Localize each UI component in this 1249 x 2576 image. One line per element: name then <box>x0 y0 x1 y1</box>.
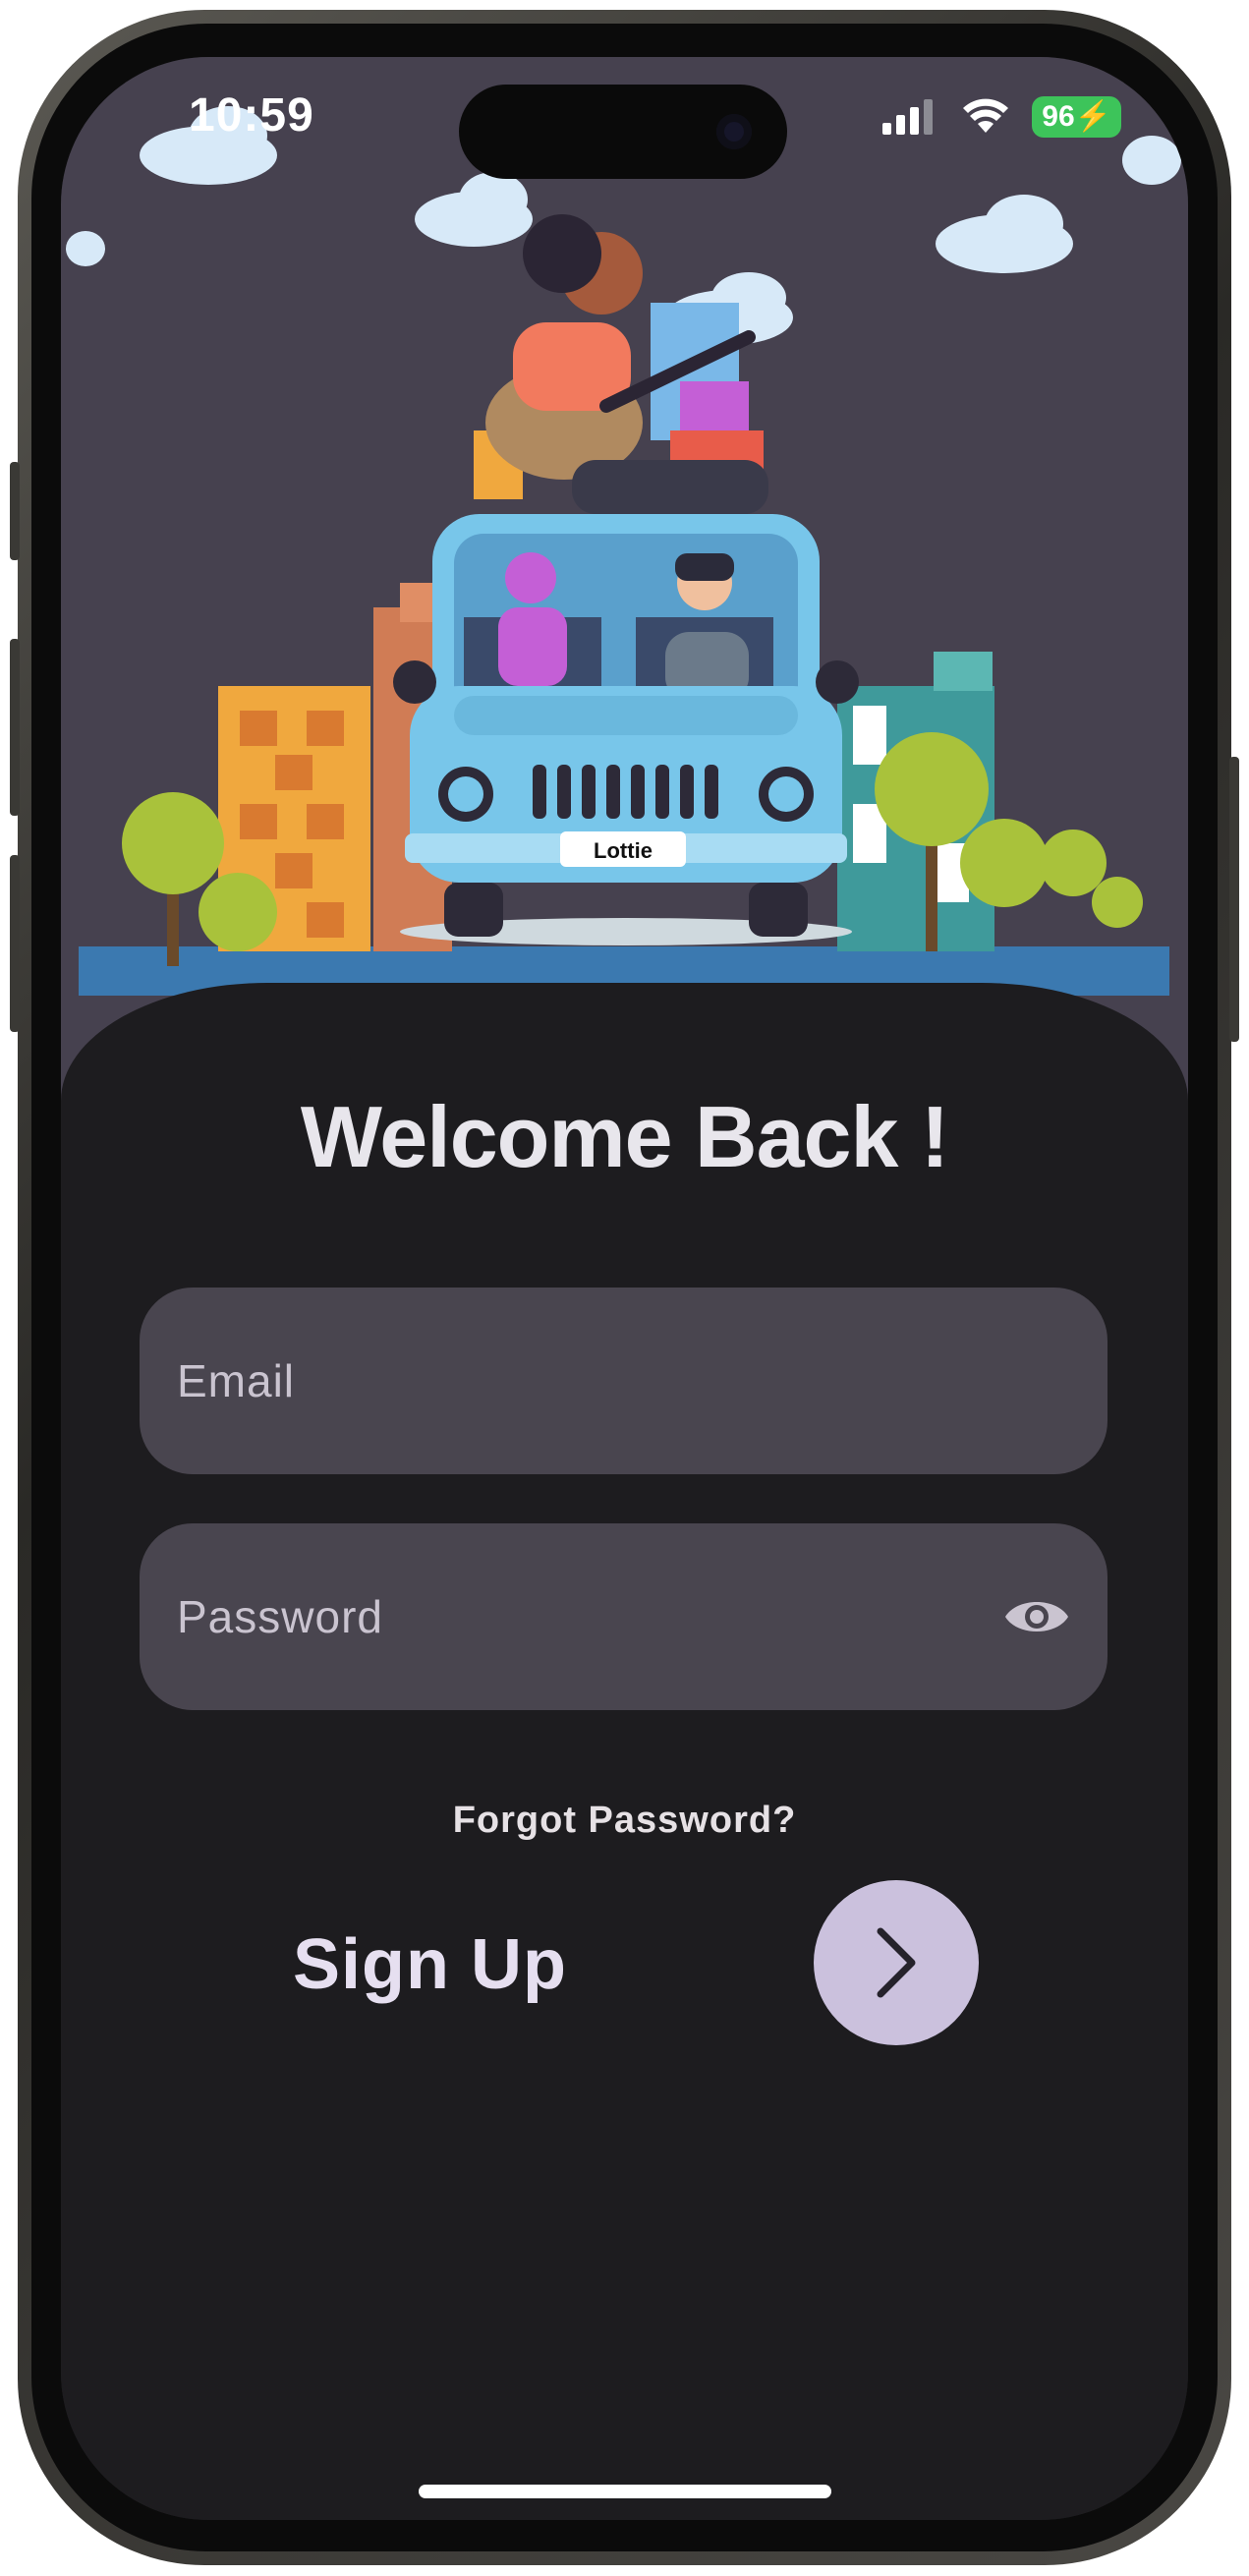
status-time: 10:59 <box>189 89 314 142</box>
cellular-signal-icon <box>882 99 934 135</box>
app-screen: Lottie 10:59 96⚡ Welcome Back ! Email Pa… <box>61 57 1188 2520</box>
password-placeholder: Password <box>177 1591 383 1642</box>
submit-button[interactable] <box>814 1880 979 2045</box>
home-indicator[interactable] <box>419 2485 831 2498</box>
license-plate-text: Lottie <box>594 838 653 863</box>
volume-up-button <box>10 639 20 816</box>
email-placeholder: Email <box>177 1355 296 1406</box>
password-field[interactable]: Password <box>140 1523 1107 1710</box>
login-sheet <box>61 983 1188 2520</box>
power-button <box>1229 757 1239 1042</box>
action-button <box>10 462 20 560</box>
battery-charging-icon: 96⚡ <box>1032 96 1121 138</box>
page-title: Welcome Back ! <box>300 1088 949 1185</box>
volume-down-button <box>10 855 20 1032</box>
wifi-icon <box>963 98 1009 133</box>
sign-up-link[interactable]: Sign Up <box>293 1924 567 2005</box>
chevron-right-icon <box>877 1927 916 1998</box>
email-field[interactable]: Email <box>140 1288 1107 1474</box>
front-camera-icon <box>716 114 752 149</box>
eye-icon[interactable] <box>1001 1585 1072 1648</box>
status-indicators: 96⚡ <box>880 96 1121 138</box>
dynamic-island <box>459 85 787 179</box>
forgot-password-link[interactable]: Forgot Password? <box>61 1800 1188 1842</box>
battery-level: 96 <box>1042 100 1075 133</box>
